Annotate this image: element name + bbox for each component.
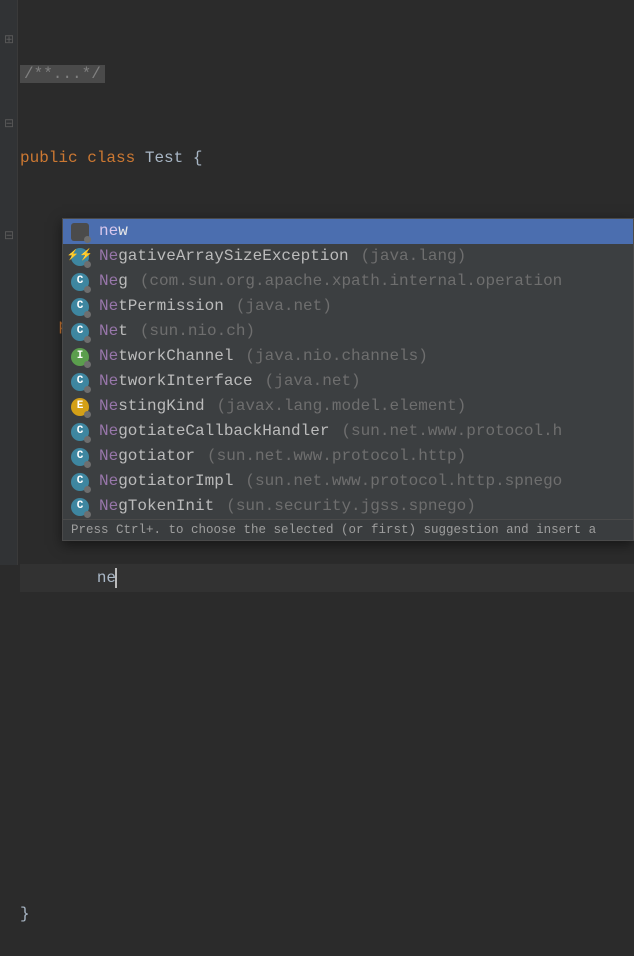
completion-label: NegativeArraySizeException	[99, 244, 349, 269]
completion-label: NegTokenInit	[99, 494, 214, 519]
c-icon: C	[71, 298, 89, 316]
completion-package: (javax.lang.model.element)	[217, 394, 467, 419]
completion-package: (sun.nio.ch)	[140, 319, 255, 344]
completion-item[interactable]: C NetworkInterface (java.net)	[63, 369, 633, 394]
c-icon: C	[71, 498, 89, 516]
completion-label: NegotiatorImpl	[99, 469, 233, 494]
completion-label: Net	[99, 319, 128, 344]
typed-text: ne	[97, 569, 116, 587]
kw-icon	[71, 223, 89, 241]
c-icon: C	[71, 448, 89, 466]
completion-label: NestingKind	[99, 394, 205, 419]
ex-icon: ⚡	[71, 248, 89, 266]
class-name: Test	[145, 149, 183, 167]
completion-label: new	[99, 219, 128, 244]
e-icon: E	[71, 398, 89, 416]
code-completion-popup[interactable]: new ⚡ NegativeArraySizeException (java.lang…	[62, 218, 634, 541]
completion-label: NetworkChannel	[99, 344, 233, 369]
completion-item[interactable]: C NegotiatorImpl (sun.net.www.protocol.htt…	[63, 469, 633, 494]
c-icon: C	[71, 273, 89, 291]
i-icon: I	[71, 348, 89, 366]
keyword: public	[20, 149, 78, 167]
completion-item[interactable]: C Net (sun.nio.ch)	[63, 319, 633, 344]
completion-package: (sun.security.jgss.spnego)	[226, 494, 476, 519]
collapse-icon[interactable]: ⊟	[2, 229, 16, 243]
completion-package: (java.lang)	[361, 244, 467, 269]
completion-label: NegotiateCallbackHandler	[99, 419, 329, 444]
current-line[interactable]: ne	[20, 564, 634, 592]
completion-label: Neg	[99, 269, 128, 294]
completion-item[interactable]: C Neg (com.sun.org.apache.xpath.internal.o…	[63, 269, 633, 294]
c-icon: C	[71, 423, 89, 441]
collapse-icon[interactable]: ⊟	[2, 117, 16, 131]
keyword: class	[87, 149, 135, 167]
brace: {	[193, 149, 203, 167]
completion-item[interactable]: I NetworkChannel (java.nio.channels)	[63, 344, 633, 369]
caret-icon	[115, 568, 117, 588]
completion-item[interactable]: ⚡ NegativeArraySizeException (java.lang)	[63, 244, 633, 269]
completion-item[interactable]: C Negotiator (sun.net.www.protocol.http)	[63, 444, 633, 469]
completion-label: NetPermission	[99, 294, 224, 319]
c-icon: C	[71, 323, 89, 341]
c-icon: C	[71, 373, 89, 391]
folded-comment[interactable]: /**...*/	[20, 65, 105, 83]
completion-item[interactable]: E NestingKind (javax.lang.model.element)	[63, 394, 633, 419]
completion-package: (sun.net.www.protocol.http.spnego	[245, 469, 562, 494]
editor-gutter: ⊞ ⊟ ⊟	[0, 0, 18, 565]
completion-package: (java.net)	[265, 369, 361, 394]
completion-hint: Press Ctrl+. to choose the selected (or …	[63, 519, 633, 540]
completion-package: (com.sun.org.apache.xpath.internal.opera…	[140, 269, 562, 294]
completion-package: (java.net)	[236, 294, 332, 319]
completion-list[interactable]: new ⚡ NegativeArraySizeException (java.lang…	[63, 219, 633, 519]
completion-item[interactable]: C NegotiateCallbackHandler (sun.net.www.pr…	[63, 419, 633, 444]
completion-item[interactable]: C NetPermission (java.net)	[63, 294, 633, 319]
completion-label: Negotiator	[99, 444, 195, 469]
completion-label: NetworkInterface	[99, 369, 253, 394]
brace: }	[20, 905, 30, 923]
c-icon: C	[71, 473, 89, 491]
completion-package: (sun.net.www.protocol.http)	[207, 444, 466, 469]
expand-icon[interactable]: ⊞	[2, 33, 16, 47]
completion-package: (sun.net.www.protocol.h	[341, 419, 562, 444]
completion-item[interactable]: C NegTokenInit (sun.security.jgss.spnego)	[63, 494, 633, 519]
completion-item[interactable]: new	[63, 219, 633, 244]
completion-package: (java.nio.channels)	[245, 344, 427, 369]
